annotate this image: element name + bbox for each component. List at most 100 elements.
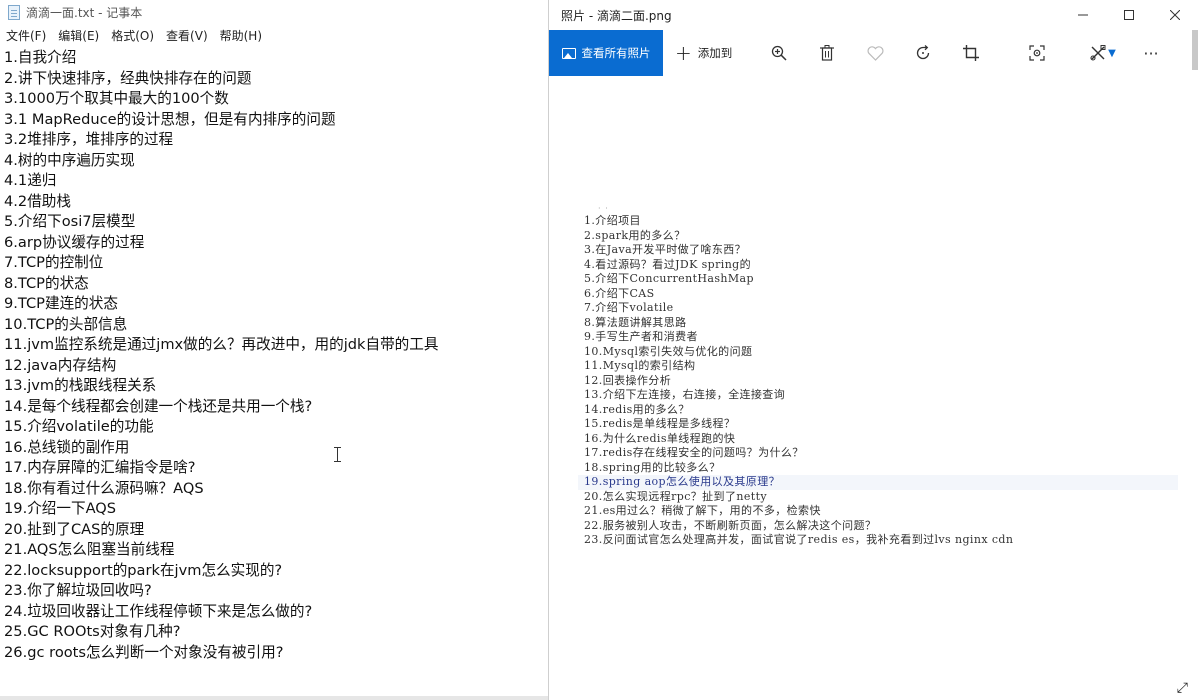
text-line: 4.2借助栈 (4, 192, 71, 210)
photo-text-line: 11.Mysql的索引结构 (584, 359, 696, 372)
text-line: 20.扯到了CAS的原理 (4, 520, 145, 538)
crop-icon (963, 45, 979, 61)
text-line: 13.jvm的栈跟线程关系 (4, 377, 157, 394)
view-all-photos-button[interactable]: 查看所有照片 (549, 30, 663, 76)
notepad-window: 滴滴一面.txt - 记事本 文件(F) 编辑(E) 格式(O) 查看(V) 帮… (0, 0, 549, 700)
horizontal-scrollbar[interactable] (0, 696, 548, 700)
menu-format[interactable]: 格式(O) (111, 27, 154, 44)
photo-text-line: 7.介绍下volatile (584, 301, 674, 314)
text-line: 15.介绍volatile的功能 (4, 418, 154, 435)
photo-text-line: 8.算法题讲解其思路 (584, 315, 687, 329)
rotate-button[interactable] (899, 30, 947, 76)
text-line: 18.你有看过什么源码嘛？AQS (4, 479, 204, 497)
photo-text-line: 3.在Java开发平时做了啥东西？ (584, 243, 747, 256)
trash-icon (820, 45, 834, 61)
photo-text-content: 1.介绍项目 2.spark用的多么？ 3.在Java开发平时做了啥东西？ 4.… (578, 200, 1178, 548)
photo-gallery-icon (561, 47, 576, 59)
photos-toolbar: 查看所有照片 + 添加到 ▼ ··· (549, 30, 1198, 76)
text-line: 3.1 MapReduce的设计思想，但是有内排序的问题 (4, 110, 336, 128)
close-icon (1170, 10, 1180, 20)
photo-text-line: 23.反问面试官怎么处理高并发，面试官说了redis es，我补充看到过lvs … (584, 533, 1014, 546)
visual-search-icon (1029, 45, 1045, 61)
text-line: 19.介绍一下AQS (4, 500, 117, 517)
maximize-button[interactable] (1106, 0, 1152, 30)
text-line: 5.介绍下osi7层模型 (4, 213, 136, 230)
text-line: 3.2堆排序，堆排序的过程 (4, 131, 174, 148)
plus-icon: + (675, 41, 692, 65)
edit-create-button[interactable]: ▼ (1079, 30, 1127, 76)
text-line: 21.AQS怎么阻塞当前线程 (4, 541, 175, 558)
notepad-text-area[interactable]: 1.自我介绍 2.讲下快速排序，经典快排存在的问题 3.1000万个取其中最大的… (0, 46, 548, 663)
menu-edit[interactable]: 编辑(E) (58, 27, 99, 44)
notepad-title: 滴滴一面.txt - 记事本 (26, 5, 143, 20)
close-button[interactable] (1152, 0, 1198, 30)
photo-text-line: 20.怎么实现远程rpc？扯到了netty (584, 489, 768, 503)
photo-text-line-highlighted: 19.spring aop怎么使用以及其原理？ (578, 475, 1178, 490)
text-line: 4.树的中序遍历实现 (4, 151, 135, 169)
text-line: 11.jvm监控系统是通过jmx做的么？再改进中，用的jdk自带的工具 (4, 336, 439, 353)
text-line: 6.arp协议缓存的过程 (4, 233, 145, 251)
photo-text-line: 16.为什么redis单线程跑的快 (584, 431, 736, 445)
text-line: 17.内存屏障的汇编指令是啥? (4, 459, 196, 476)
text-line: 2.讲下快速排序，经典快排存在的问题 (4, 69, 252, 87)
text-line: 26.gc roots怎么判断一个对象没有被引用? (4, 643, 284, 661)
minimize-icon (1078, 14, 1088, 16)
photo-text-line: 22.服务被别人攻击，不断刷新页面，怎么解决这个问题？ (584, 518, 877, 532)
more-icon: ··· (1143, 43, 1159, 63)
text-line: 3.1000万个取其中最大的100个数 (4, 90, 229, 107)
photo-text-line: 18.spring用的比较多么？ (584, 460, 721, 474)
photo-text-line: 5.介绍下ConcurrentHashMap (584, 272, 754, 285)
menu-file[interactable]: 文件(F) (6, 27, 46, 44)
add-to-label: 添加到 (697, 46, 733, 60)
notepad-menubar: 文件(F) 编辑(E) 格式(O) 查看(V) 帮助(H) (0, 24, 548, 46)
zoom-button[interactable] (755, 30, 803, 76)
text-line: 9.TCP建连的状态 (4, 295, 118, 312)
photo-text-line: 17.redis存在线程安全的问题吗？为什么？ (584, 446, 804, 459)
menu-view[interactable]: 查看(V) (166, 27, 208, 44)
text-line: 16.总线锁的副作用 (4, 438, 130, 456)
photo-text-line: 6.介绍下CAS (584, 286, 655, 300)
favorite-button[interactable] (851, 30, 899, 76)
photo-text-line: 9.手写生产者和消费者 (584, 330, 698, 343)
more-options-button[interactable]: ··· (1127, 30, 1175, 76)
menu-help[interactable]: 帮助(H) (220, 27, 262, 44)
photo-text-line: 1.介绍项目 (584, 214, 641, 227)
photos-title: 照片 - 滴滴二面.png (561, 8, 672, 23)
text-line: 24.垃圾回收器让工作线程停顿下来是怎么做的? (4, 602, 313, 620)
notepad-file-icon (8, 4, 20, 20)
photo-text-line: 21.es用过么？稍微了解下，用的不多，检索快 (584, 504, 821, 517)
edit-tools-icon (1090, 45, 1106, 61)
chevron-down-icon: ▼ (1108, 47, 1116, 59)
heart-icon (867, 45, 883, 61)
text-line: 23.你了解垃圾回收吗? (4, 582, 152, 599)
text-line: 4.1递归 (4, 172, 57, 189)
photo-text-line: 14.redis用的多么？ (584, 402, 690, 416)
crop-button[interactable] (947, 30, 995, 76)
enhance-button[interactable] (1013, 30, 1061, 76)
text-line: 14.是每个线程都会创建一个栈还是共用一个栈? (4, 397, 313, 415)
photo-text-line: 2.spark用的多么？ (584, 228, 686, 242)
maximize-icon (1124, 10, 1134, 20)
photo-text-line: 13.介绍下左连接，右连接，全连接查询 (584, 388, 786, 401)
text-line: 22.locksupport的park在jvm怎么实现的? (4, 561, 283, 579)
photos-titlebar[interactable]: 照片 - 滴滴二面.png (549, 0, 1198, 30)
text-line: 1.自我介绍 (4, 49, 77, 66)
text-line: 12.java内存结构 (4, 356, 117, 374)
photo-text-line: 15.redis是单线程是多线程？ (584, 417, 736, 430)
delete-button[interactable] (803, 30, 851, 76)
minimize-button[interactable] (1060, 0, 1106, 30)
photos-window: 照片 - 滴滴二面.png 查看所有照片 + 添加到 ▼ ··· · · 1.介… (549, 0, 1198, 700)
view-all-photos-label: 查看所有照片 (581, 46, 651, 60)
text-line: 25.GC ROOts对象有几种? (4, 623, 181, 640)
text-line: 7.TCP的控制位 (4, 254, 104, 271)
add-to-button[interactable]: + 添加到 (675, 43, 755, 63)
vertical-scrollbar[interactable] (1192, 30, 1198, 70)
notepad-titlebar[interactable]: 滴滴一面.txt - 记事本 (0, 0, 548, 24)
photo-text-line: 10.Mysql索引失效与优化的问题 (584, 344, 753, 358)
fullscreen-resize-icon[interactable]: ⤢ (1177, 680, 1188, 696)
photo-text-line: 4.看过源码？看过JDK spring的 (584, 257, 752, 271)
displayed-photo[interactable]: · · 1.介绍项目 2.spark用的多么？ 3.在Java开发平时做了啥东西… (578, 200, 1178, 560)
zoom-in-icon (771, 45, 787, 61)
text-line: 10.TCP的头部信息 (4, 315, 128, 333)
text-line: 8.TCP的状态 (4, 274, 89, 292)
